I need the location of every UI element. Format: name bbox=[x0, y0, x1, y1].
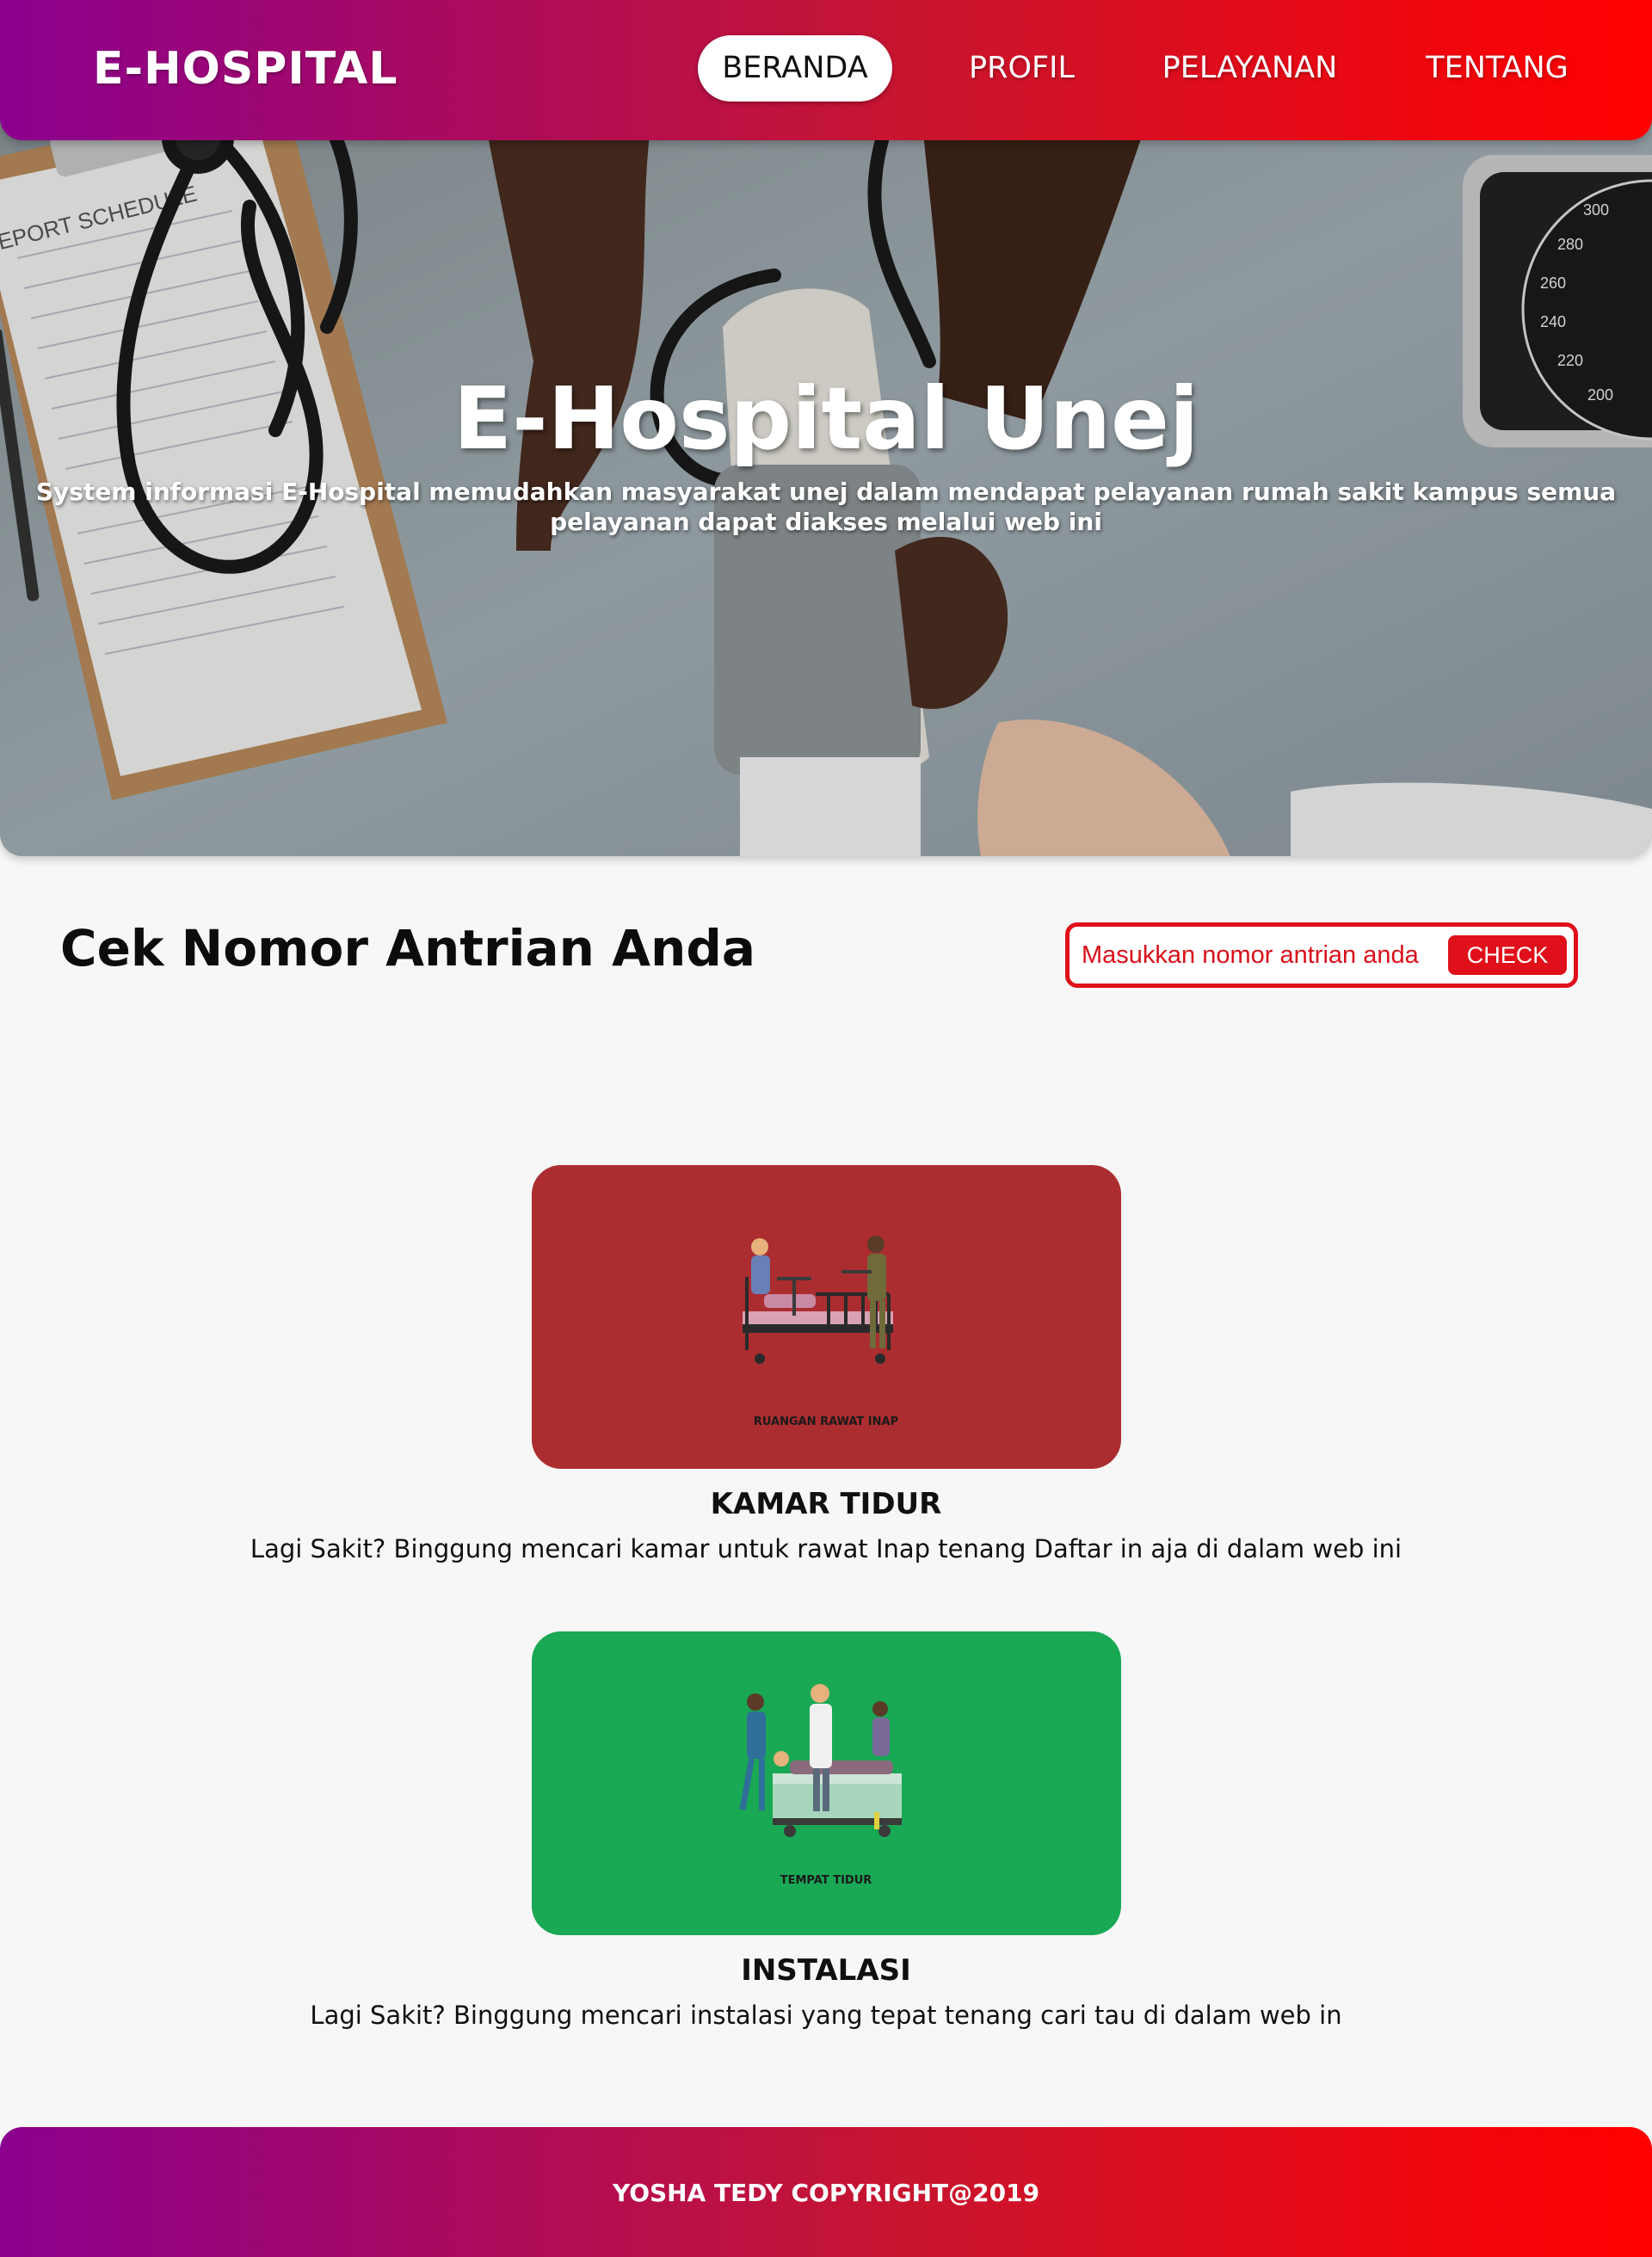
footer-copyright: YOSHA TEDY COPYRIGHT@2019 bbox=[612, 2179, 1040, 2207]
navbar: E-HOSPITAL BERANDA PROFIL PELAYANAN TENT… bbox=[0, 0, 1652, 140]
hero-title: E-Hospital Unej bbox=[453, 368, 1199, 469]
card-image-caption: RUANGAN RAWAT INAP bbox=[754, 1415, 898, 1428]
brand-logo[interactable]: E-HOSPITAL bbox=[93, 43, 398, 95]
nav-item-beranda[interactable]: BERANDA bbox=[698, 35, 892, 102]
nav-item-tentang[interactable]: TENTANG bbox=[1411, 35, 1583, 102]
hero-banner: EPORT SCHEDULE 300 280 260 bbox=[0, 103, 1652, 856]
queue-number-input[interactable] bbox=[1082, 937, 1443, 973]
footer: YOSHA TEDY COPYRIGHT@2019 bbox=[0, 2127, 1652, 2257]
service-description-instalasi: Lagi Sakit? Binggung mencari instalasi y… bbox=[310, 2001, 1342, 2030]
queue-section-title: Cek Nomor Antrian Anda bbox=[60, 919, 755, 977]
nav-item-pelayanan[interactable]: PELAYANAN bbox=[1144, 35, 1355, 102]
card-image-caption: TEMPAT TIDUR bbox=[780, 1874, 872, 1887]
queue-check-form: CHECK bbox=[1065, 922, 1578, 988]
service-card-instalasi-image[interactable]: TEMPAT TIDUR bbox=[532, 1631, 1121, 1935]
service-description-kamar-tidur: Lagi Sakit? Binggung mencari kamar untuk… bbox=[250, 1534, 1402, 1563]
service-card-kamar-tidur-image[interactable]: RUANGAN RAWAT INAP bbox=[532, 1165, 1121, 1469]
service-title-instalasi: INSTALASI bbox=[741, 1953, 911, 1988]
inpatient-room-illustration: RUANGAN RAWAT INAP bbox=[743, 1236, 898, 1428]
service-title-kamar-tidur: KAMAR TIDUR bbox=[710, 1487, 942, 1521]
hospital-bed-illustration: TEMPAT TIDUR bbox=[739, 1684, 902, 1887]
hero-subtitle: System informasi E-Hospital memudahkan m… bbox=[35, 478, 1617, 536]
nav-item-profil[interactable]: PROFIL bbox=[951, 35, 1093, 102]
check-button[interactable]: CHECK bbox=[1448, 935, 1567, 975]
